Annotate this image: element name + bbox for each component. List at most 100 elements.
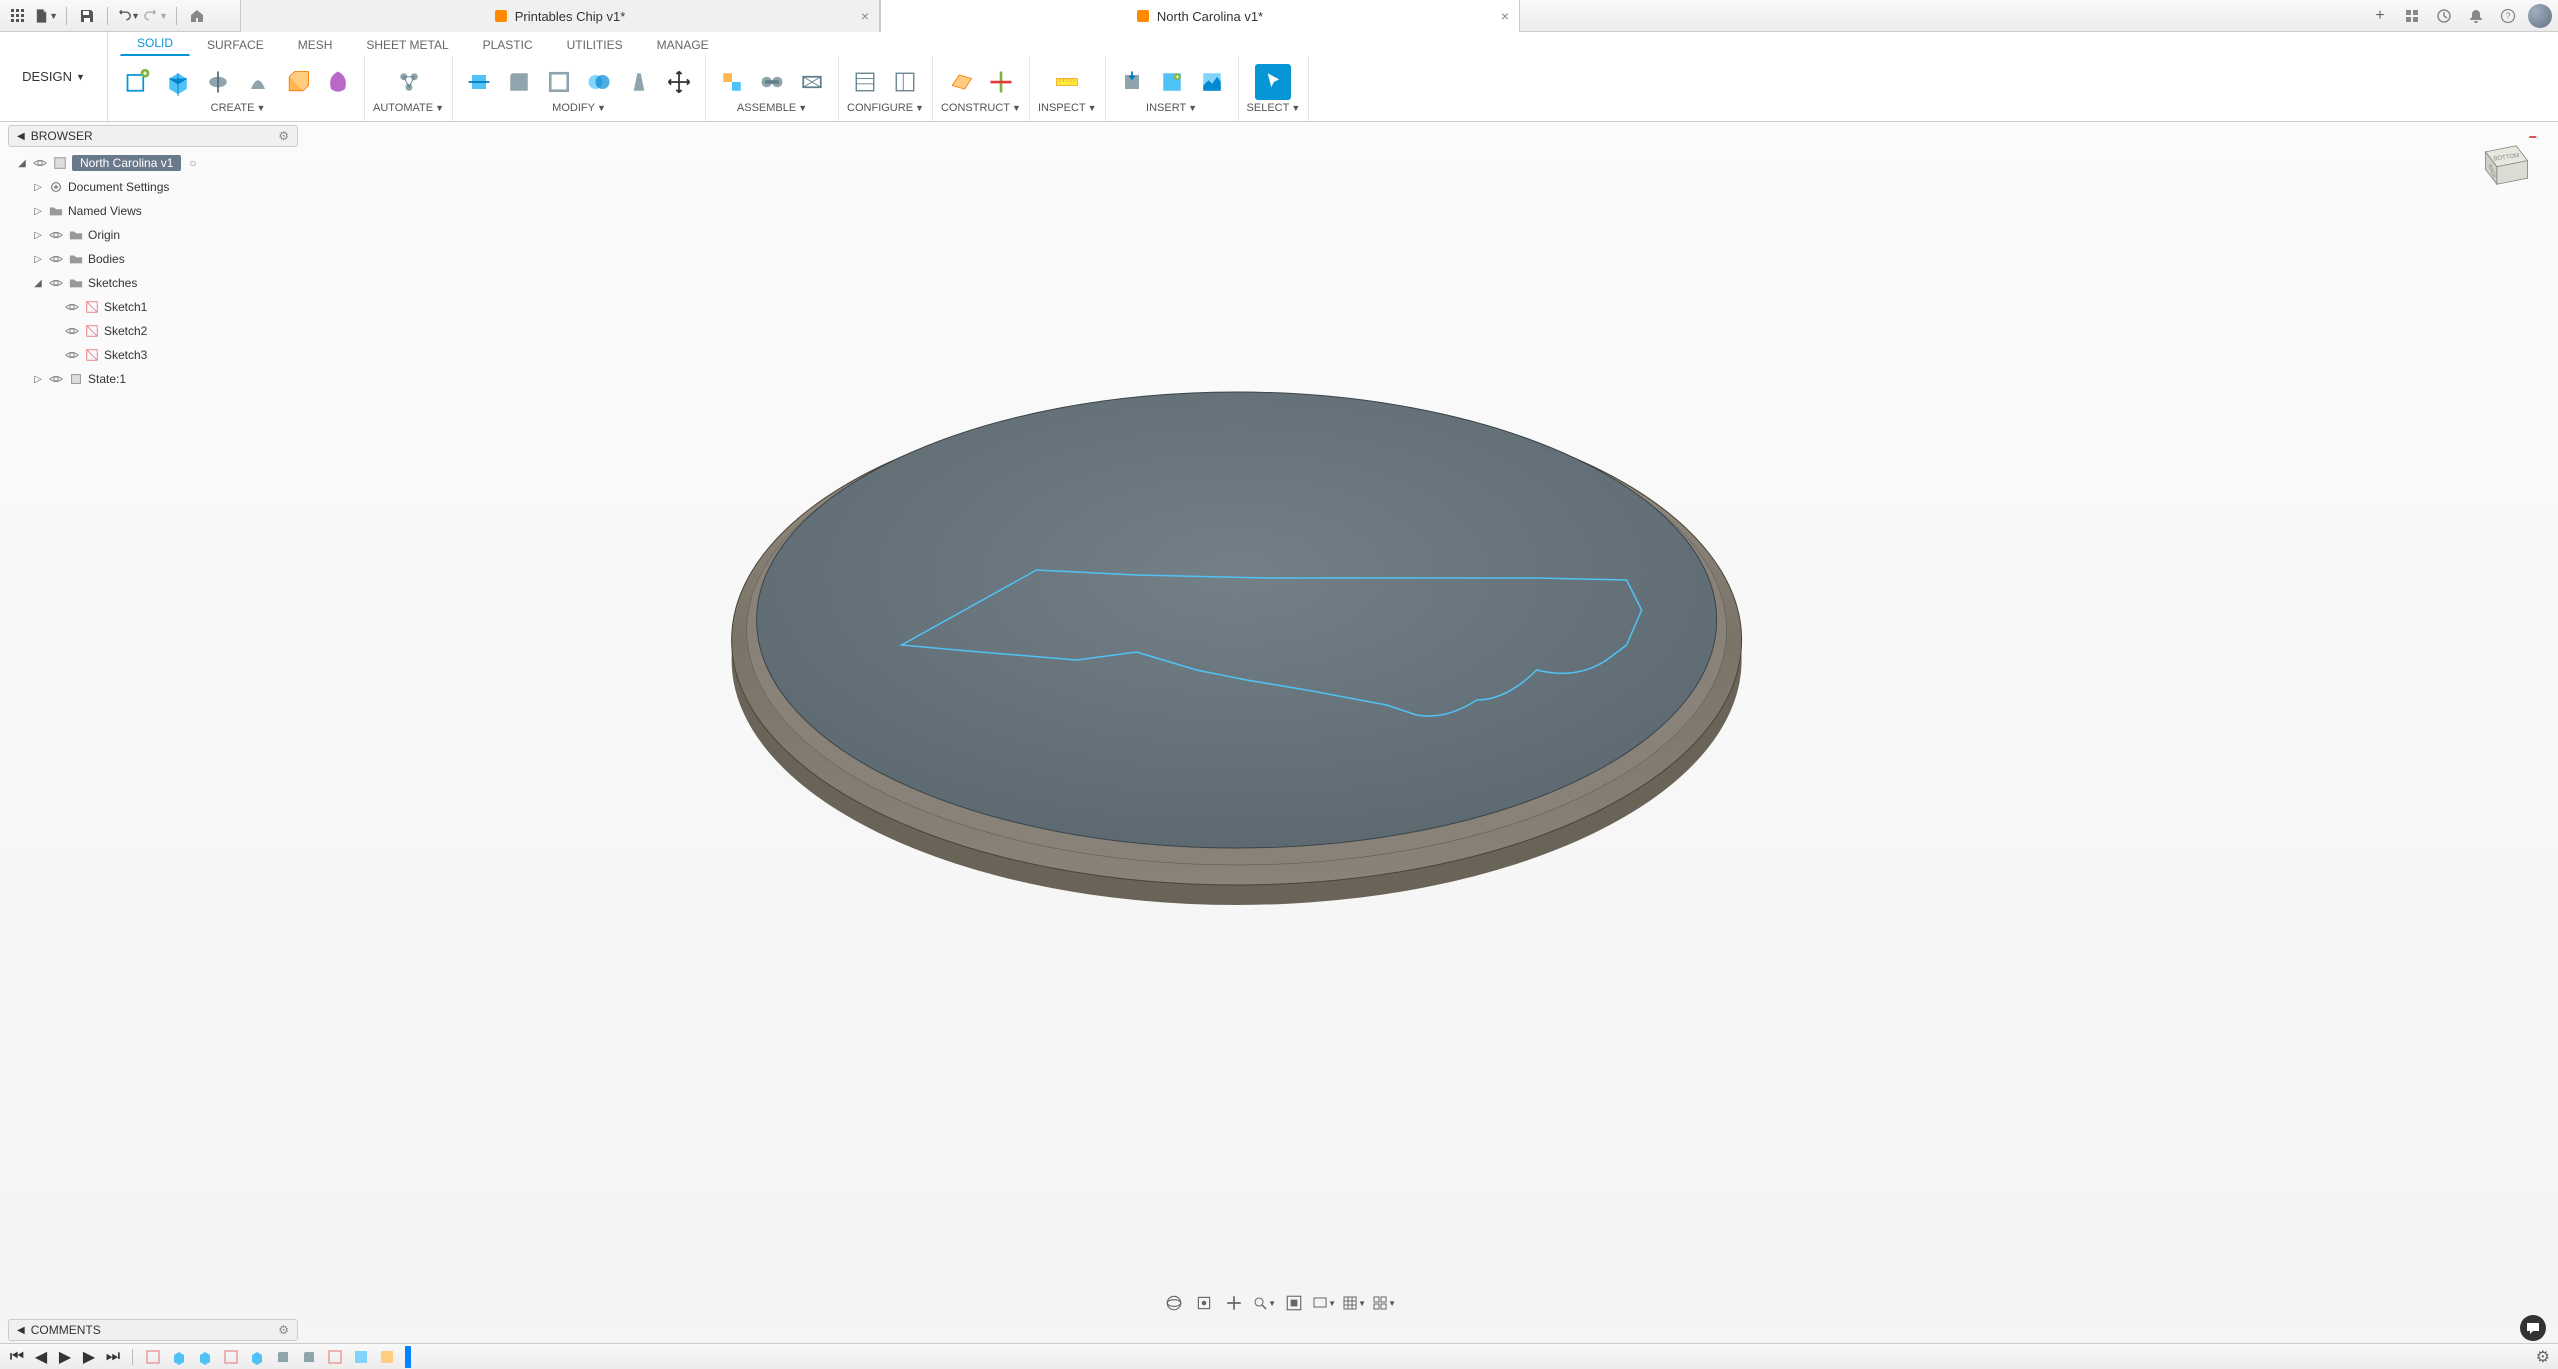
expand-arrow-icon[interactable]: ▷ (32, 254, 44, 265)
tree-item-state[interactable]: ▷ State:1 (8, 367, 298, 391)
measure-tool[interactable] (1049, 64, 1085, 100)
visibility-icon[interactable] (48, 371, 64, 387)
visibility-icon[interactable] (48, 227, 64, 243)
orbit-icon[interactable] (1162, 1291, 1186, 1315)
select-tool[interactable] (1255, 64, 1291, 100)
new-tab-button[interactable]: + (2368, 4, 2392, 28)
visibility-icon[interactable] (64, 299, 80, 315)
insert-derive-tool[interactable] (1114, 64, 1150, 100)
timeline-feature-fillet[interactable] (299, 1347, 319, 1367)
timeline-next-button[interactable]: ▶ (80, 1348, 98, 1366)
tree-item-origin[interactable]: ▷ Origin (8, 223, 298, 247)
combine-tool[interactable] (581, 64, 617, 100)
collapse-arrow-icon[interactable]: ◀ (17, 1325, 25, 1336)
insert-canvas-tool[interactable] (1194, 64, 1230, 100)
ribbon-tab-plastic[interactable]: PLASTIC (466, 33, 550, 56)
file-menu-button[interactable]: ▼ (34, 4, 58, 28)
dropdown-icon[interactable]: ▼ (798, 103, 807, 113)
draft-tool[interactable] (621, 64, 657, 100)
tree-item-sketches[interactable]: ◢ Sketches (8, 271, 298, 295)
press-pull-tool[interactable] (461, 64, 497, 100)
dropdown-icon[interactable]: ▼ (1088, 103, 1097, 113)
asbuilt-joint-tool[interactable] (794, 64, 830, 100)
timeline-feature-sketch[interactable] (221, 1347, 241, 1367)
dropdown-icon[interactable]: ▼ (597, 103, 606, 113)
dropdown-icon[interactable]: ▼ (256, 103, 265, 113)
collapse-arrow-icon[interactable]: ◀ (17, 131, 25, 142)
timeline-end-marker[interactable] (405, 1346, 411, 1368)
ribbon-tab-solid[interactable]: SOLID (120, 31, 190, 56)
workspace-selector[interactable]: DESIGN ▼ (0, 32, 108, 121)
profile-avatar[interactable] (2528, 4, 2552, 28)
visibility-icon[interactable] (64, 347, 80, 363)
fit-icon[interactable] (1282, 1291, 1306, 1315)
sketch-tool[interactable] (120, 64, 156, 100)
box-tool[interactable] (280, 64, 316, 100)
fillet-tool[interactable] (501, 64, 537, 100)
dropdown-icon[interactable]: ▼ (435, 103, 444, 113)
timeline-settings-icon[interactable]: ⚙ (2536, 1347, 2550, 1367)
timeline-play-button[interactable]: ▶ (56, 1348, 74, 1366)
close-tab-icon[interactable]: × (1501, 8, 1509, 24)
ribbon-tab-mesh[interactable]: MESH (281, 33, 350, 56)
tree-item-document-settings[interactable]: ▷ Document Settings (8, 175, 298, 199)
help-icon[interactable]: ? (2496, 4, 2520, 28)
browser-settings-icon[interactable]: ⚙ (278, 129, 289, 143)
notifications-icon[interactable] (2464, 4, 2488, 28)
visibility-icon[interactable] (48, 275, 64, 291)
manage-config-tool[interactable] (887, 64, 923, 100)
component-tool[interactable] (714, 64, 750, 100)
tree-item-sketch3[interactable]: Sketch3 (8, 343, 298, 367)
timeline-feature-fillet[interactable] (273, 1347, 293, 1367)
tree-item-named-views[interactable]: ▷ Named Views (8, 199, 298, 223)
viewcube[interactable]: BOTTOM BACK z (2468, 130, 2538, 200)
extrude-tool[interactable] (160, 64, 196, 100)
viewport-canvas[interactable] (0, 122, 2558, 1321)
comments-settings-icon[interactable]: ⚙ (278, 1323, 289, 1337)
visibility-icon[interactable] (64, 323, 80, 339)
apps-menu-button[interactable] (6, 4, 30, 28)
ribbon-tab-sheetmetal[interactable]: SHEET METAL (349, 33, 465, 56)
expand-arrow-icon[interactable]: ▷ (32, 206, 44, 217)
dropdown-icon[interactable]: ▼ (915, 103, 924, 113)
revolve-tool[interactable] (200, 64, 236, 100)
lookat-icon[interactable] (1192, 1291, 1216, 1315)
grid-icon[interactable]: ▼ (1342, 1291, 1366, 1315)
extensions-icon[interactable] (2400, 4, 2424, 28)
dropdown-icon[interactable]: ▼ (1188, 103, 1197, 113)
browser-header[interactable]: ◀ BROWSER ⚙ (8, 125, 298, 147)
close-tab-icon[interactable]: × (861, 8, 869, 24)
visibility-icon[interactable] (48, 251, 64, 267)
ribbon-tab-utilities[interactable]: UTILITIES (550, 33, 640, 56)
expand-arrow-icon[interactable]: ▷ (32, 374, 44, 385)
comments-bubble-icon[interactable] (2520, 1315, 2546, 1341)
tree-item-sketch1[interactable]: Sketch1 (8, 295, 298, 319)
expand-arrow-icon[interactable]: ◢ (32, 278, 44, 289)
insert-decal-tool[interactable] (1154, 64, 1190, 100)
plane-tool[interactable] (943, 64, 979, 100)
undo-button[interactable]: ▼ (116, 4, 140, 28)
timeline-feature-canvas[interactable] (351, 1347, 371, 1367)
visibility-icon[interactable] (32, 155, 48, 171)
radio-icon[interactable]: ○ (189, 156, 196, 170)
dropdown-icon[interactable]: ▼ (1012, 103, 1021, 113)
timeline-feature-extrude[interactable] (195, 1347, 215, 1367)
expand-arrow-icon[interactable]: ◢ (16, 158, 28, 169)
tree-item-sketch2[interactable]: Sketch2 (8, 319, 298, 343)
viewport-icon[interactable]: ▼ (1372, 1291, 1396, 1315)
tree-root[interactable]: ◢ North Carolina v1 ○ (8, 151, 298, 175)
timeline-feature-sketch[interactable] (325, 1347, 345, 1367)
expand-arrow-icon[interactable]: ▷ (32, 182, 44, 193)
document-tab-active[interactable]: North Carolina v1* × (880, 0, 1520, 32)
save-button[interactable] (75, 4, 99, 28)
timeline-feature-canvas[interactable] (377, 1347, 397, 1367)
automate-tool[interactable] (391, 64, 427, 100)
move-tool[interactable] (661, 64, 697, 100)
document-tab-inactive[interactable]: Printables Chip v1* × (240, 0, 880, 32)
timeline-feature-extrude[interactable] (169, 1347, 189, 1367)
form-tool[interactable] (320, 64, 356, 100)
axis-tool[interactable] (983, 64, 1019, 100)
timeline-feature-sketch[interactable] (143, 1347, 163, 1367)
home-button[interactable] (185, 4, 209, 28)
timeline-first-button[interactable]: ⏮ (8, 1348, 26, 1366)
